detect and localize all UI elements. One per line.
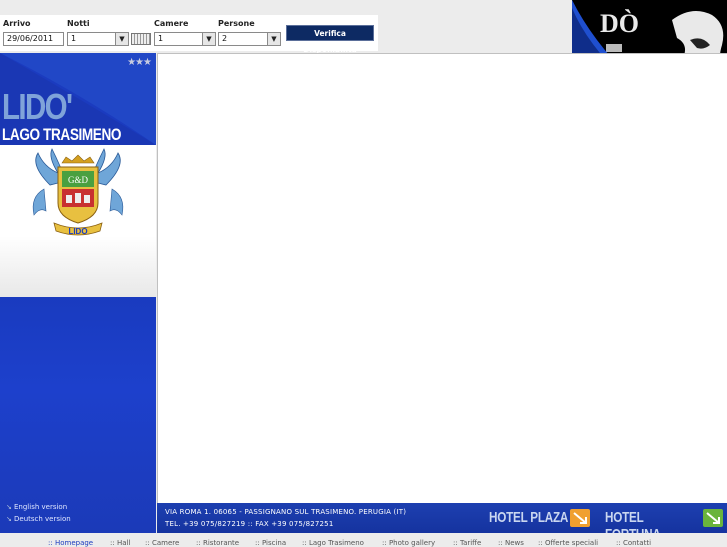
nav-label: Piscina (261, 539, 287, 547)
persons-select[interactable]: 2 ▼ (218, 32, 281, 46)
bottom-nav: :: Homepage :: Hall :: Camere :: Ristora… (0, 533, 727, 547)
check-availability-button[interactable]: Verifica Disponibilità (286, 25, 374, 54)
sidebar: ★★★ LIDO' LAGO TRASIMENO G&D LIDO ↘ Engli… (0, 53, 156, 533)
nav-item-offerte-speciali[interactable]: :: Offerte speciali (538, 539, 598, 547)
footer-phone: TEL. +39 075/827219 :: FAX +39 075/82725… (165, 520, 334, 528)
star-rating: ★★★ (127, 57, 152, 68)
nav-item-ristorante[interactable]: :: Ristorante (196, 539, 239, 547)
nav-label: Camere (151, 539, 180, 547)
english-version-link[interactable]: ↘ English version (6, 503, 67, 511)
nav-item-lago-trasimeno[interactable]: :: Lago Trasimeno (302, 539, 364, 547)
nav-separator: :: (48, 539, 53, 547)
nav-separator: :: (110, 539, 115, 547)
footer: VIA ROMA 1. 06065 - PASSIGNANO SUL TRASI… (157, 503, 727, 543)
nav-label: Contatti (622, 539, 652, 547)
brand-subtitle: LAGO TRASIMENO (2, 125, 122, 144)
nav-item-camere[interactable]: :: Camere (145, 539, 179, 547)
nav-item-news[interactable]: :: News (498, 539, 524, 547)
calendar-icon[interactable] (131, 33, 151, 45)
nav-label: Lago Trasimeno (308, 539, 364, 547)
nav-separator: :: (196, 539, 201, 547)
nav-item-piscina[interactable]: :: Piscina (255, 539, 286, 547)
hotel-plaza-link[interactable]: HOTEL PLAZA (489, 509, 568, 526)
chevron-down-icon: ▼ (115, 33, 128, 45)
nights-value: 1 (71, 34, 77, 43)
rooms-label: Camere (154, 19, 189, 28)
arrival-label: Arrivo (3, 19, 31, 28)
english-version-label: English version (14, 503, 68, 511)
nav-label: Offerte speciali (544, 539, 599, 547)
brand-title: LIDO' (2, 86, 73, 127)
crest-initials: G&D (68, 175, 89, 185)
nav-label: News (504, 539, 524, 547)
logo-panel[interactable]: G&D LIDO (0, 145, 156, 297)
nav-item-contatti[interactable]: :: Contatti (616, 539, 651, 547)
deutsch-version-label: Deutsch version (14, 515, 71, 523)
booking-form: Arrivo 29/06/2011 Notti 1 ▼ Camere 1 ▼ P… (0, 15, 378, 54)
rooms-value: 1 (158, 34, 164, 43)
main-content (157, 53, 727, 503)
logo-text: LIDO (68, 227, 87, 236)
nav-item-hall[interactable]: :: Hall (110, 539, 130, 547)
crest-logo: G&D LIDO (32, 148, 124, 236)
chevron-down-icon: ▼ (267, 33, 280, 45)
nav-label: Homepage (54, 539, 94, 547)
nav-separator: :: (498, 539, 503, 547)
nav-label: Ristorante (202, 539, 240, 547)
nav-separator: :: (616, 539, 621, 547)
nav-item-tariffe[interactable]: :: Tariffe (453, 539, 481, 547)
arrow-icon: ↘ (6, 515, 12, 523)
arrow-icon: ↘ (6, 503, 12, 511)
persons-label: Persone (218, 19, 255, 28)
nav-item-homepage[interactable]: :: Homepage (48, 539, 93, 547)
footer-address: VIA ROMA 1. 06065 - PASSIGNANO SUL TRASI… (165, 508, 407, 516)
hotel-plaza-icon[interactable] (570, 509, 590, 527)
nights-select[interactable]: 1 ▼ (67, 32, 129, 46)
nav-separator: :: (302, 539, 307, 547)
nav-label: Photo gallery (388, 539, 436, 547)
corner-letters: DÒ (600, 9, 639, 38)
nav-label: Hall (116, 539, 131, 547)
sidebar-header: ★★★ LIDO' LAGO TRASIMENO (0, 53, 156, 145)
nav-separator: :: (538, 539, 543, 547)
nav-separator: :: (382, 539, 387, 547)
arrival-date-input[interactable]: 29/06/2011 (3, 32, 64, 46)
nav-separator: :: (453, 539, 458, 547)
chevron-down-icon: ▼ (202, 33, 215, 45)
nav-separator: :: (145, 539, 150, 547)
nights-label: Notti (67, 19, 90, 28)
nav-separator: :: (255, 539, 260, 547)
deutsch-version-link[interactable]: ↘ Deutsch version (6, 515, 71, 523)
nav-label: Tariffe (459, 539, 482, 547)
rooms-select[interactable]: 1 ▼ (154, 32, 216, 46)
persons-value: 2 (222, 34, 228, 43)
nav-item-photo-gallery[interactable]: :: Photo gallery (382, 539, 435, 547)
hotel-fortuna-icon[interactable] (703, 509, 723, 527)
